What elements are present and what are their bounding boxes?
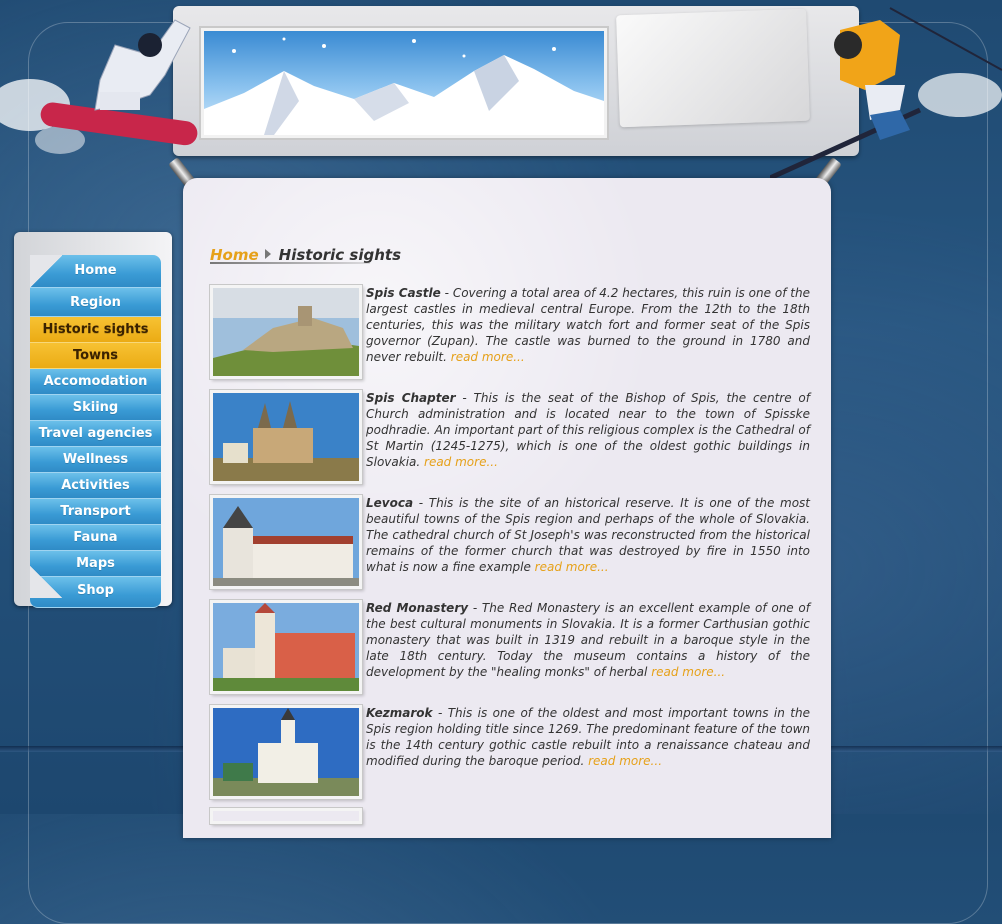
header-banner bbox=[173, 6, 859, 156]
nav-item-fauna[interactable]: Fauna bbox=[30, 525, 161, 551]
nav-item-transport[interactable]: Transport bbox=[30, 499, 161, 525]
item-title: Levoca bbox=[366, 496, 414, 510]
item-description: Red Monastery - The Red Monastery is an … bbox=[366, 600, 810, 680]
read-more-link[interactable]: read more... bbox=[451, 350, 525, 364]
nav-item-wellness[interactable]: Wellness bbox=[30, 447, 161, 473]
nav-item-activities[interactable]: Activities bbox=[30, 473, 161, 499]
nav-item-region[interactable]: Region bbox=[30, 288, 161, 317]
item-title: Spis Castle bbox=[366, 286, 441, 300]
nav-item-towns[interactable]: Towns bbox=[30, 343, 161, 369]
nav-item-travel-agencies[interactable]: Travel agencies bbox=[30, 421, 161, 447]
snowboarder-illustration bbox=[0, 0, 210, 170]
list-item: Spis Chapter - This is the seat of the B… bbox=[210, 390, 812, 484]
breadcrumb-arrow-icon bbox=[264, 249, 271, 259]
item-title: Red Monastery bbox=[366, 601, 469, 615]
list-item: Levoca - This is the site of an historic… bbox=[210, 495, 812, 589]
main-navigation: Home Region Historic sights Towns Accomo… bbox=[30, 255, 161, 608]
nav-item-accomodation[interactable]: Accomodation bbox=[30, 369, 161, 395]
read-more-link[interactable]: read more... bbox=[588, 754, 662, 768]
page-curl-bottom bbox=[30, 566, 62, 598]
list-item: Red Monastery - The Red Monastery is an … bbox=[210, 600, 812, 694]
item-title: Spis Chapter bbox=[366, 391, 456, 405]
page-curl-top bbox=[30, 255, 62, 289]
mountain-banner-image bbox=[201, 28, 607, 138]
list-item: Kezmarok - This is one of the oldest and… bbox=[210, 705, 812, 799]
read-more-link[interactable]: read more... bbox=[651, 665, 725, 679]
skier-illustration bbox=[768, 0, 1002, 185]
read-more-link[interactable]: read more... bbox=[424, 455, 498, 469]
nav-item-skiing[interactable]: Skiing bbox=[30, 395, 161, 421]
kezmarok-thumbnail[interactable] bbox=[210, 705, 362, 799]
list-item: Spis Castle - Covering a total area of 4… bbox=[210, 285, 812, 379]
item-description: Spis Castle - Covering a total area of 4… bbox=[366, 285, 810, 365]
item-title: Kezmarok bbox=[366, 706, 433, 720]
spis-castle-thumbnail[interactable] bbox=[210, 285, 362, 379]
levoca-thumbnail[interactable] bbox=[210, 495, 362, 589]
next-item-thumbnail[interactable] bbox=[210, 808, 362, 824]
item-description: Levoca - This is the site of an historic… bbox=[366, 495, 810, 575]
spis-chapter-thumbnail[interactable] bbox=[210, 390, 362, 484]
nav-item-historic-sights[interactable]: Historic sights bbox=[30, 317, 161, 343]
read-more-link[interactable]: read more... bbox=[535, 560, 609, 574]
item-description: Spis Chapter - This is the seat of the B… bbox=[366, 390, 810, 470]
red-monastery-thumbnail[interactable] bbox=[210, 600, 362, 694]
breadcrumb-underline bbox=[210, 262, 370, 264]
item-description: Kezmarok - This is one of the oldest and… bbox=[366, 705, 810, 769]
list-item bbox=[210, 808, 812, 900]
